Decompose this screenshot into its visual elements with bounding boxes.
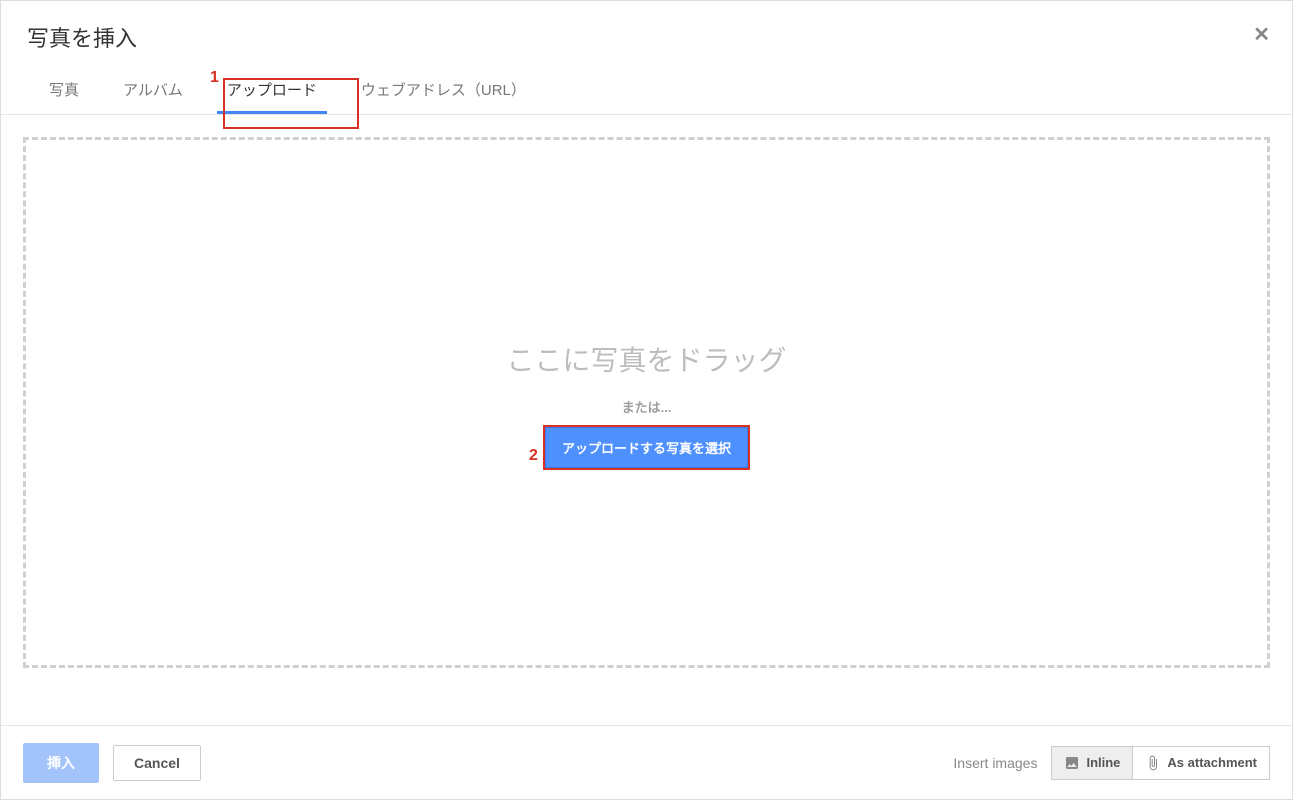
tab-url[interactable]: ウェブアドレス（URL）	[339, 65, 548, 114]
dialog-title: 写真を挿入	[27, 21, 1266, 53]
image-icon	[1064, 755, 1080, 771]
annotation-1-label: 1	[210, 69, 219, 87]
upload-button-container: アップロードする写真を選択	[546, 428, 747, 467]
select-photos-button[interactable]: アップロードする写真を選択	[546, 428, 747, 467]
close-icon: ✕	[1253, 24, 1270, 46]
content-area: ここに写真をドラッグ または... アップロードする写真を選択	[1, 115, 1292, 690]
footer-right-group: Insert images Inline As attachment	[953, 746, 1270, 780]
annotation-2-label: 2	[529, 447, 538, 465]
close-button[interactable]: ✕	[1253, 25, 1270, 45]
inline-mode-label: Inline	[1086, 755, 1120, 770]
or-text: または...	[622, 397, 672, 416]
attachment-mode-label: As attachment	[1167, 755, 1257, 770]
insert-images-label: Insert images	[953, 755, 1037, 771]
tab-photos[interactable]: 写真	[27, 65, 101, 114]
drag-instruction-text: ここに写真をドラッグ	[506, 339, 786, 379]
dialog-footer: 挿入 Cancel Insert images Inline As attach…	[1, 725, 1292, 799]
tab-upload[interactable]: アップロード	[205, 65, 339, 114]
attachment-mode-button[interactable]: As attachment	[1132, 746, 1270, 780]
cancel-button[interactable]: Cancel	[113, 745, 201, 781]
upload-dropzone[interactable]: ここに写真をドラッグ または... アップロードする写真を選択	[23, 137, 1270, 668]
insert-mode-buttons: Inline As attachment	[1051, 746, 1270, 780]
tabs-bar: 写真 アルバム アップロード ウェブアドレス（URL）	[1, 65, 1292, 115]
tab-albums[interactable]: アルバム	[101, 65, 205, 114]
inline-mode-button[interactable]: Inline	[1051, 746, 1132, 780]
insert-button[interactable]: 挿入	[23, 743, 99, 783]
attachment-icon	[1145, 755, 1161, 771]
dialog-header: 写真を挿入 ✕	[1, 1, 1292, 65]
